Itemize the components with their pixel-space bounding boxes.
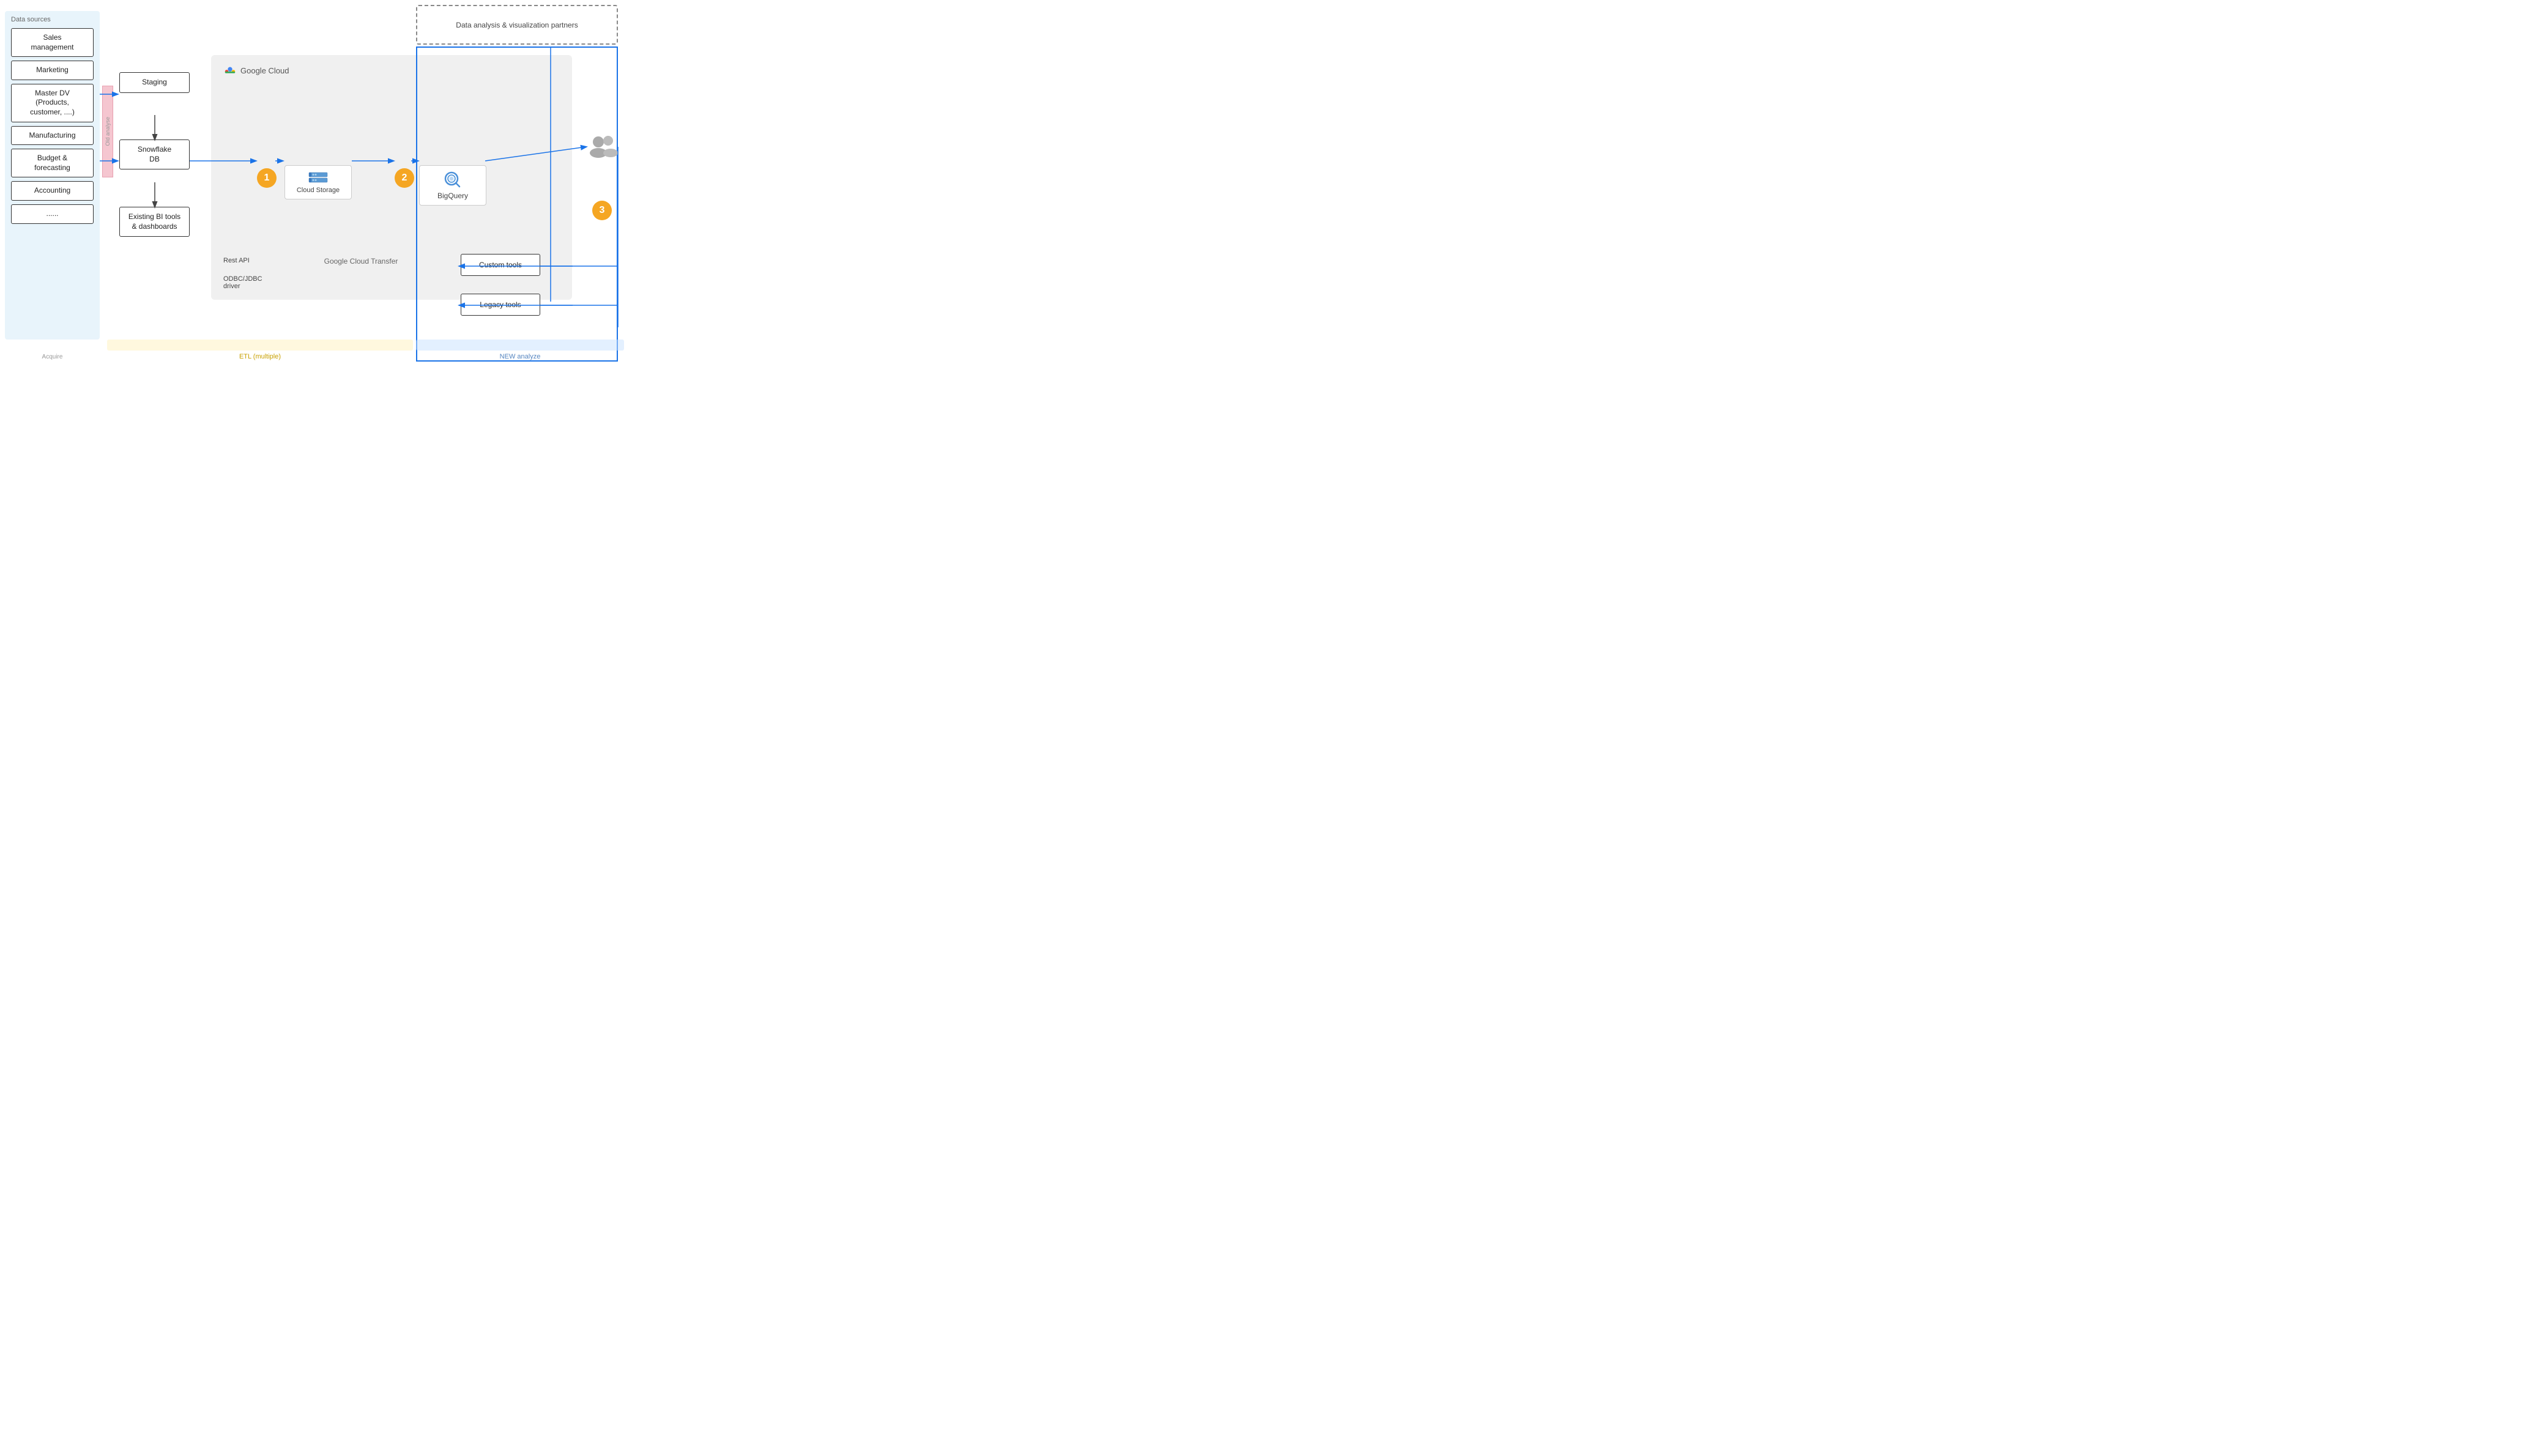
data-sources-title: Data sources — [11, 16, 94, 23]
ds-item-accounting: Accounting — [11, 181, 94, 201]
legacy-tools-box: Legacy tools — [461, 294, 540, 316]
ds-item-manufacturing: Manufacturing — [11, 126, 94, 146]
data-sources-panel: Data sources Salesmanagement Marketing M… — [5, 11, 100, 340]
rest-api-label: Rest API — [223, 257, 250, 264]
cloud-storage-box: Cloud Storage — [284, 165, 352, 199]
cloud-storage-label: Cloud Storage — [297, 187, 340, 194]
partners-box: Data analysis & visualization partners — [416, 5, 618, 45]
odbc-label: ODBC/JDBCdriver — [223, 275, 262, 290]
etl-band — [107, 340, 413, 351]
badge-3: 3 — [592, 201, 612, 220]
gc-logo-text: Google Cloud — [240, 66, 289, 75]
acquire-band — [5, 342, 100, 352]
bi-tools-box: Existing BI tools& dashboards — [119, 207, 190, 237]
ds-item-ellipsis: ...... — [11, 204, 94, 224]
users-icon-container — [587, 133, 619, 160]
new-analyze-label: NEW analyze — [416, 353, 624, 360]
bigquery-icon — [444, 171, 462, 189]
bigquery-box: BigQuery — [419, 165, 486, 206]
ds-item-sales: Salesmanagement — [11, 28, 94, 57]
bigquery-label: BigQuery — [437, 191, 468, 200]
gc-transfer-label: Google Cloud Transfer — [291, 257, 431, 266]
old-analyse-label: Old analyse — [105, 117, 111, 146]
cloud-storage-icon — [308, 171, 328, 184]
ds-item-budget: Budget &forecasting — [11, 149, 94, 177]
old-analyse-bar: Old analyse — [102, 86, 113, 177]
badge-2: 2 — [395, 168, 414, 188]
acquire-label: Acquire — [5, 354, 100, 360]
ds-item-master-dv: Master DV(Products,customer, ....) — [11, 84, 94, 122]
staging-box: Staging — [119, 72, 190, 93]
snowflake-box: SnowflakeDB — [119, 139, 190, 169]
google-cloud-icon — [223, 64, 237, 77]
etl-label: ETL (multiple) — [107, 353, 413, 360]
google-cloud-logo: Google Cloud — [223, 64, 289, 77]
badge-1: 1 — [257, 168, 277, 188]
custom-tools-box: Custom tools — [461, 254, 540, 276]
partners-text: Data analysis & visualization partners — [456, 21, 578, 29]
users-icon — [587, 133, 619, 160]
new-analyze-band — [416, 340, 624, 351]
ds-item-marketing: Marketing — [11, 61, 94, 80]
